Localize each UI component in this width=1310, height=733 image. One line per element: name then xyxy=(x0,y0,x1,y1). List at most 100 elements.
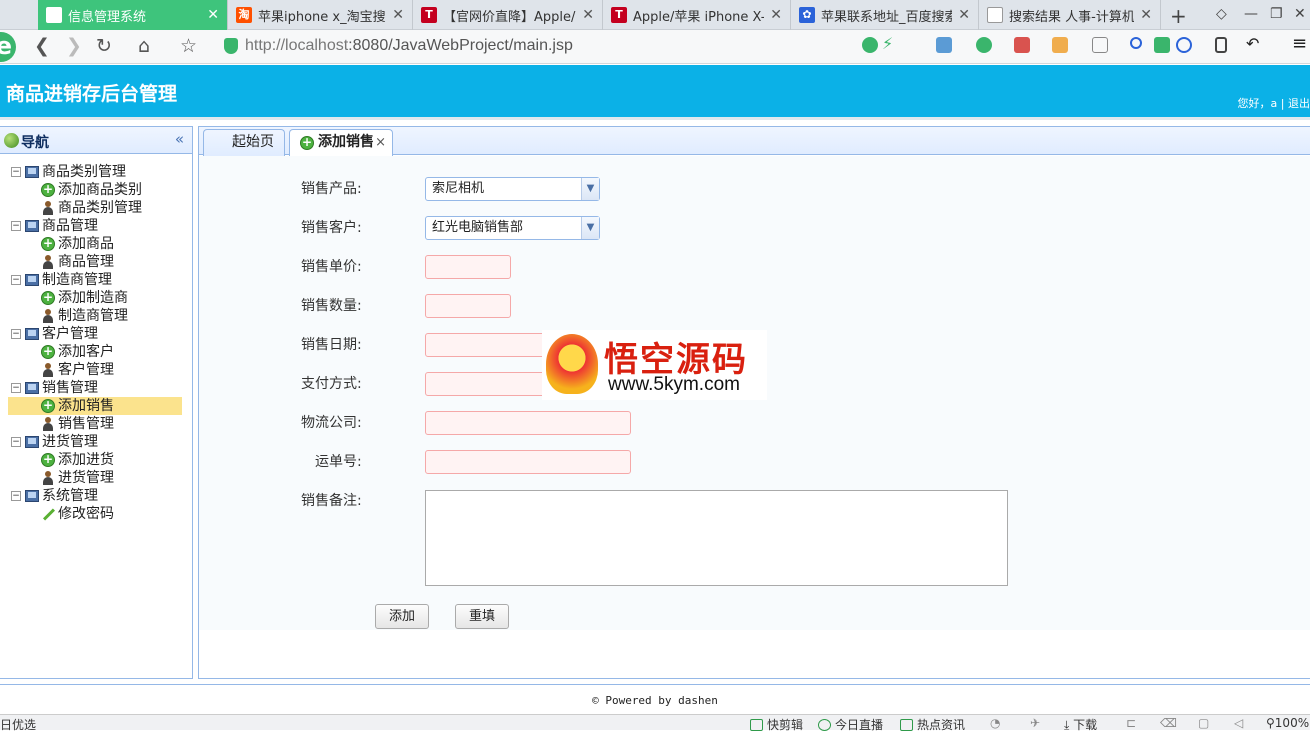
close-icon[interactable]: ✕ xyxy=(392,7,404,23)
collapse-toggle-icon[interactable]: − xyxy=(11,167,21,177)
zoom-icon[interactable] xyxy=(1130,37,1142,49)
tree-item-add-purchase[interactable]: + 添加进货 xyxy=(0,451,192,469)
product-select[interactable]: 索尼相机 ▼ xyxy=(425,177,600,201)
collapse-toggle-icon[interactable]: − xyxy=(11,275,21,285)
browser-tab-title: Apple/苹果 iPhone X-t xyxy=(633,9,765,25)
tree-group-label: 制造商管理 xyxy=(42,272,112,288)
browser-logo-icon[interactable]: e xyxy=(0,32,16,62)
security-icon[interactable] xyxy=(976,37,992,53)
maximize-icon[interactable]: ❐ xyxy=(1270,6,1283,22)
apps-icon[interactable] xyxy=(936,37,952,53)
undo-icon[interactable]: ↶ xyxy=(1246,34,1262,53)
footer-text: © Powered by dashen xyxy=(592,694,718,707)
tree-item-add-product[interactable]: + 添加商品 xyxy=(0,235,192,253)
browser-tab-strip: 信息管理系统 ✕ 淘 苹果iphone x_淘宝搜索 ✕ T 【官网价直降】Ap… xyxy=(0,0,1310,30)
browser-tab-active[interactable]: 信息管理系统 ✕ xyxy=(38,0,228,30)
close-icon[interactable]: ✕ xyxy=(207,7,219,23)
status-left-text[interactable]: 日优选 xyxy=(0,716,36,733)
window-close-icon[interactable]: ✕ xyxy=(1294,6,1306,22)
tree-group-customer[interactable]: − 客户管理 xyxy=(0,325,192,343)
star-icon[interactable]: ☆ xyxy=(180,35,197,57)
screenshot-icon[interactable] xyxy=(1052,37,1068,53)
forward-icon[interactable]: ❯ xyxy=(66,35,82,57)
close-icon[interactable]: ✕ xyxy=(1140,7,1152,23)
status-speed-icon[interactable]: ◔ xyxy=(990,716,1000,730)
price-input[interactable] xyxy=(425,255,511,279)
close-icon[interactable]: ✕ xyxy=(770,7,782,23)
close-tab-icon[interactable]: × xyxy=(375,130,386,155)
tree-item-manage-sale[interactable]: 销售管理 xyxy=(0,415,192,433)
tree-item-manage-manufacturer[interactable]: 制造商管理 xyxy=(0,307,192,325)
close-icon[interactable]: ✕ xyxy=(958,7,970,23)
browser-tab[interactable]: ✿ 苹果联系地址_百度搜索 ✕ xyxy=(791,0,979,30)
tree-item-manage-product[interactable]: 商品管理 xyxy=(0,253,192,271)
tracking-label: 运单号: xyxy=(315,454,362,470)
new-tab-button[interactable]: + xyxy=(1170,4,1187,28)
image-icon[interactable] xyxy=(1092,37,1108,53)
status-item-live[interactable]: 今日直播 xyxy=(818,716,883,733)
collapse-toggle-icon[interactable]: − xyxy=(11,491,21,501)
phone-icon[interactable] xyxy=(1215,37,1227,53)
status-clear-icon[interactable]: ⌫ xyxy=(1160,716,1177,730)
restore-tab-icon[interactable]: ◇ xyxy=(1216,6,1227,22)
browser-tab[interactable]: 搜索结果 人事-计算机毕 ✕ xyxy=(979,0,1161,30)
reload-icon[interactable]: ↻ xyxy=(96,35,112,57)
collapse-toggle-icon[interactable]: − xyxy=(11,221,21,231)
lightning-icon[interactable]: ⚡ xyxy=(882,34,898,53)
tree-group-purchase[interactable]: − 进货管理 xyxy=(0,433,192,451)
status-window-icon[interactable]: ▢ xyxy=(1198,716,1209,730)
quantity-input[interactable] xyxy=(425,294,511,318)
home-icon[interactable]: ⌂ xyxy=(138,35,150,57)
reader-icon[interactable] xyxy=(1154,37,1170,53)
back-icon[interactable]: ❮ xyxy=(34,35,50,57)
menu-icon[interactable]: ≡ xyxy=(1292,33,1308,54)
status-layout-icon[interactable]: ⊏ xyxy=(1126,716,1136,730)
logistics-input[interactable] xyxy=(425,411,631,435)
browser-tab-title: 信息管理系统 xyxy=(68,9,147,25)
status-zoom[interactable]: ⚲100% xyxy=(1266,716,1309,730)
collapse-toggle-icon[interactable]: − xyxy=(11,383,21,393)
remark-textarea[interactable] xyxy=(425,490,1008,586)
speedup-icon[interactable] xyxy=(862,37,878,53)
chevron-down-icon[interactable]: ▼ xyxy=(581,217,599,239)
chevron-down-icon[interactable]: ▼ xyxy=(581,178,599,200)
tree-group-category[interactable]: − 商品类别管理 xyxy=(0,163,192,181)
status-item-clip[interactable]: 快剪辑 xyxy=(750,716,803,733)
url-field[interactable]: http://localhost:8080/JavaWebProject/mai… xyxy=(245,37,573,55)
tree-item-manage-category[interactable]: 商品类别管理 xyxy=(0,199,192,217)
customer-select[interactable]: 红光电脑销售部 ▼ xyxy=(425,216,600,240)
tree-group-sales[interactable]: − 销售管理 xyxy=(0,379,192,397)
minimize-icon[interactable]: — xyxy=(1244,6,1258,22)
tree-group-label: 进货管理 xyxy=(42,434,98,450)
welcome-logout-link[interactable]: 您好，a | 退出 xyxy=(1238,95,1310,111)
collapse-toggle-icon[interactable]: − xyxy=(11,437,21,447)
tree-group-manufacturer[interactable]: − 制造商管理 xyxy=(0,271,192,289)
collapse-toggle-icon[interactable]: − xyxy=(11,329,21,339)
reset-button[interactable]: 重填 xyxy=(455,604,509,629)
close-icon[interactable]: ✕ xyxy=(582,7,594,23)
browser-tab[interactable]: 淘 苹果iphone x_淘宝搜索 ✕ xyxy=(228,0,413,30)
minus-icon[interactable] xyxy=(1176,37,1192,53)
collapse-icon[interactable]: « xyxy=(175,130,184,148)
tree-item-manage-purchase[interactable]: 进货管理 xyxy=(0,469,192,487)
status-flight-icon[interactable]: ✈ xyxy=(1030,716,1040,730)
tab-home[interactable]: 起始页 xyxy=(203,129,285,156)
tree-item-add-customer[interactable]: + 添加客户 xyxy=(0,343,192,361)
tracking-input[interactable] xyxy=(425,450,631,474)
browser-tab[interactable]: T Apple/苹果 iPhone X-t ✕ xyxy=(603,0,791,30)
tree-item-add-category[interactable]: + 添加商品类别 xyxy=(0,181,192,199)
tree-item-add-manufacturer[interactable]: + 添加制造商 xyxy=(0,289,192,307)
tree-group-system[interactable]: − 系统管理 xyxy=(0,487,192,505)
status-item-download[interactable]: ⤓ 下载 xyxy=(1064,716,1097,733)
tree-item-manage-customer[interactable]: 客户管理 xyxy=(0,361,192,379)
tree-item-change-password[interactable]: 修改密码 xyxy=(0,505,192,523)
add-button[interactable]: 添加 xyxy=(375,604,429,629)
status-sound-icon[interactable]: ◁ xyxy=(1234,716,1243,730)
pdf-icon[interactable] xyxy=(1014,37,1030,53)
zoom-icon: ⚲ xyxy=(1266,716,1275,730)
tree-group-product[interactable]: − 商品管理 xyxy=(0,217,192,235)
tree-item-add-sale[interactable]: + 添加销售 xyxy=(8,397,182,415)
status-item-news[interactable]: 热点资讯 xyxy=(900,716,965,733)
tab-add-sale[interactable]: + 添加销售 × xyxy=(289,129,393,156)
browser-tab[interactable]: T 【官网价直降】Apple/苹 ✕ xyxy=(413,0,603,30)
